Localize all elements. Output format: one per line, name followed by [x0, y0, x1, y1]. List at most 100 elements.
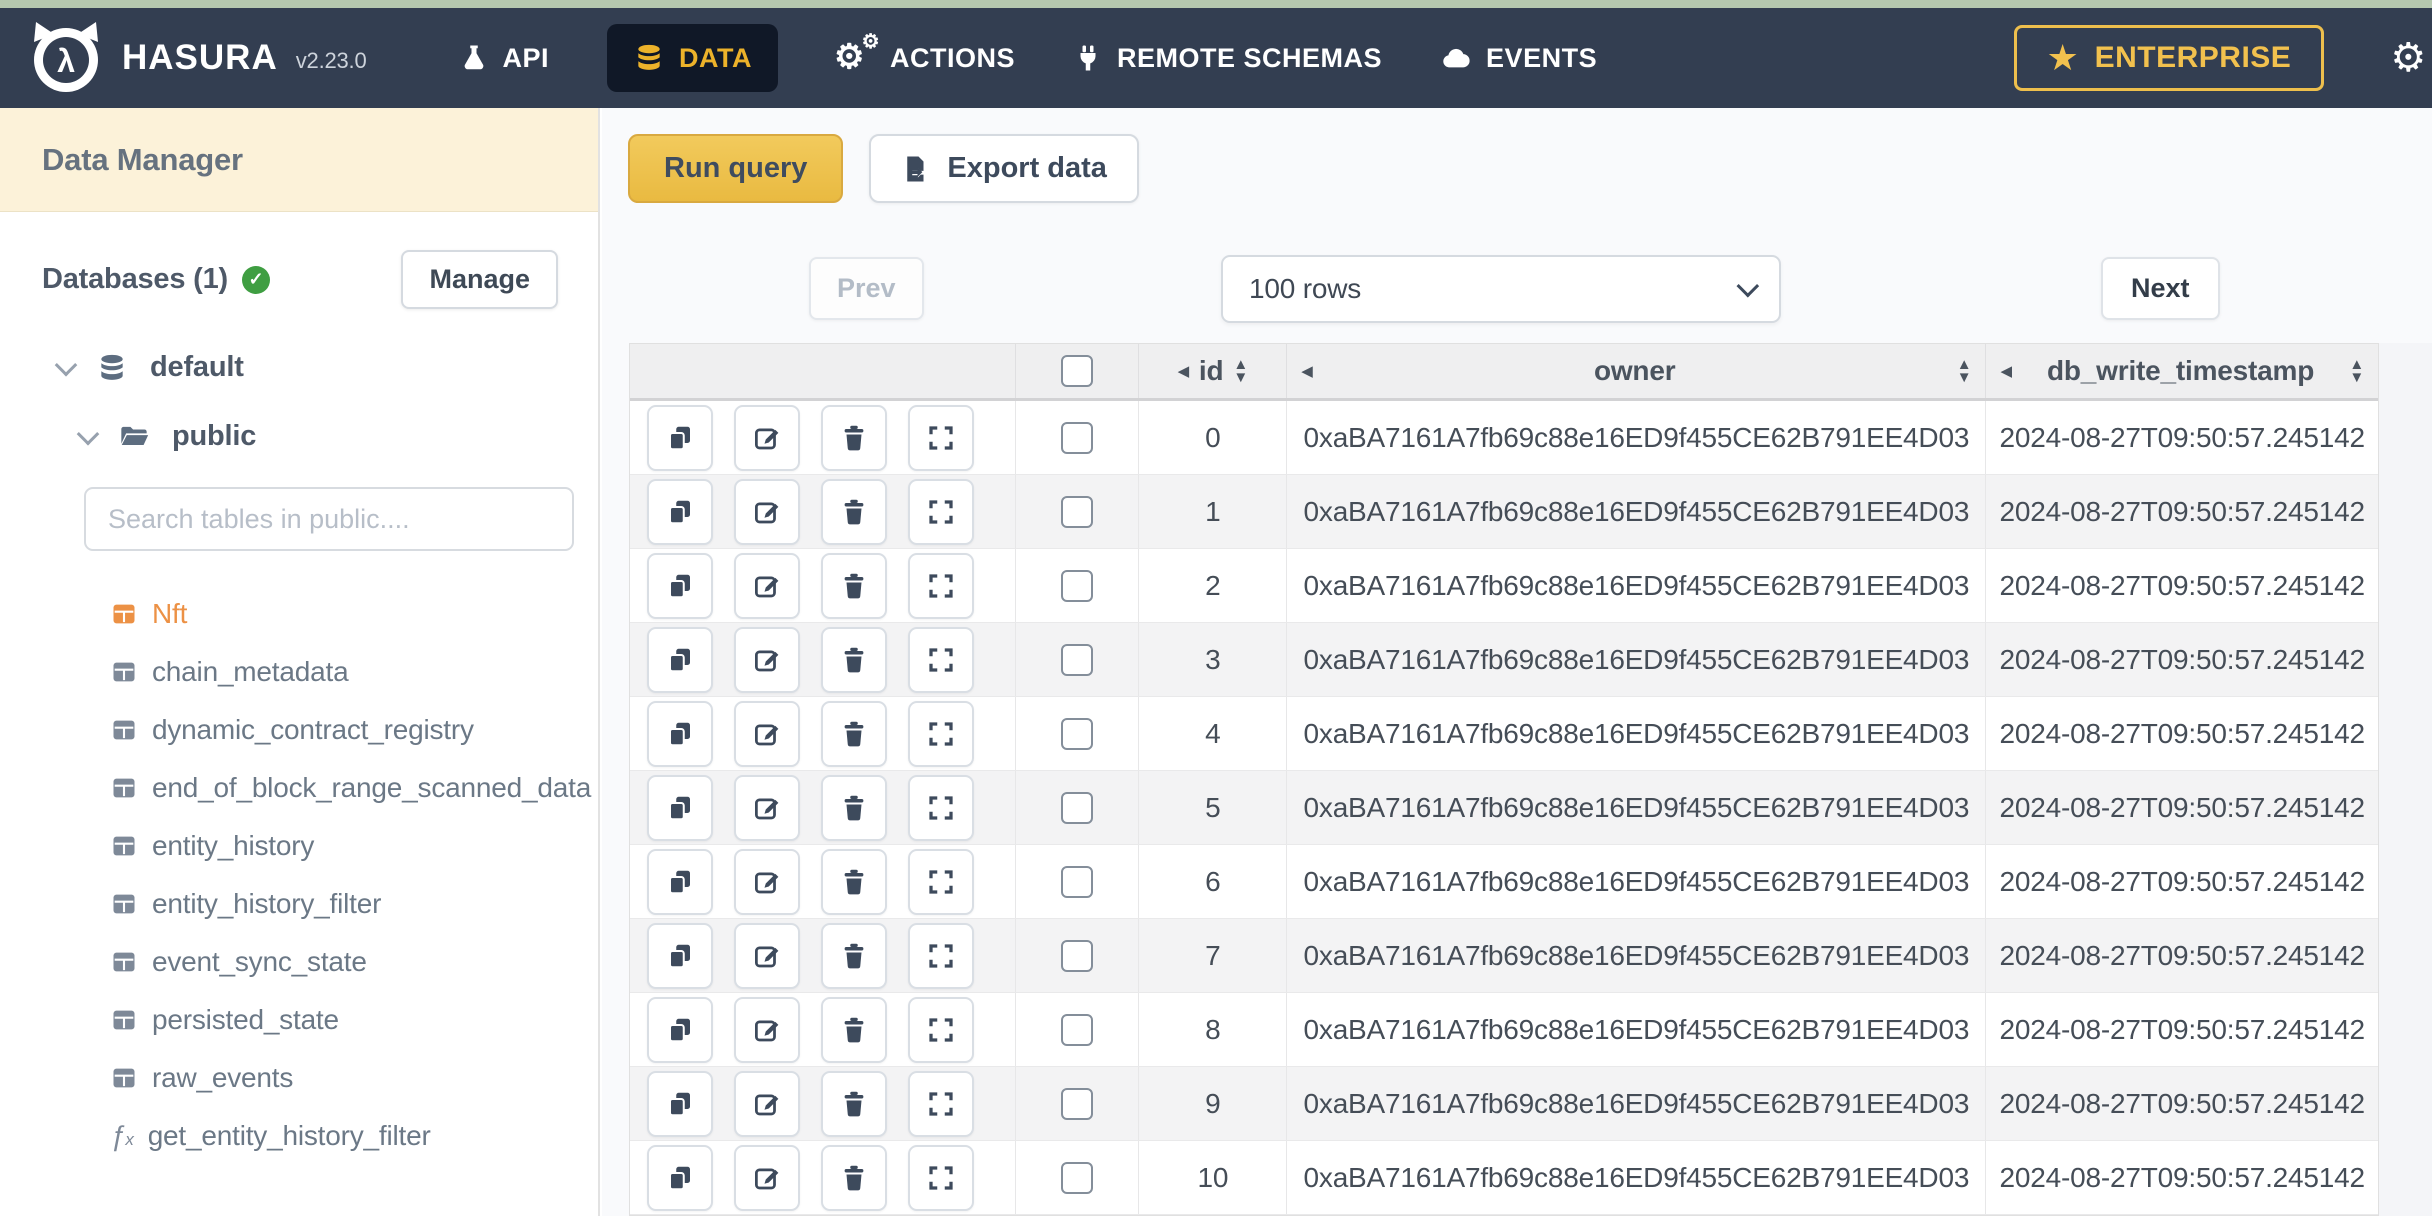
delete-row-button[interactable] [821, 478, 887, 545]
sidebar-table-item[interactable]: event_sync_state [0, 933, 598, 991]
nav-item-events[interactable]: EVENTS [1440, 42, 1597, 74]
expand-row-button[interactable] [908, 552, 974, 619]
tree-node-database[interactable]: default [0, 351, 598, 384]
top-accent-strip [0, 0, 2432, 8]
row-checkbox-cell [1016, 1141, 1140, 1214]
tree-node-schema[interactable]: public [0, 420, 598, 453]
edit-row-button[interactable] [734, 626, 800, 693]
copy-icon [669, 944, 690, 968]
clone-row-button[interactable] [647, 996, 713, 1063]
sidebar-table-item[interactable]: end_of_block_range_scanned_data [0, 759, 598, 817]
delete-row-button[interactable] [821, 552, 887, 619]
row-checkbox[interactable] [1061, 495, 1093, 528]
clone-row-button[interactable] [647, 478, 713, 545]
expand-row-button[interactable] [908, 1070, 974, 1137]
nav-item-remote-schemas[interactable]: REMOTE SCHEMAS [1073, 43, 1382, 74]
edit-row-button[interactable] [734, 922, 800, 989]
nav-item-api[interactable]: API [459, 43, 550, 74]
clone-row-button[interactable] [647, 1070, 713, 1137]
row-actions [630, 919, 1016, 992]
expand-row-button[interactable] [908, 996, 974, 1063]
settings-gear-icon[interactable]: ⚙ [2390, 38, 2426, 78]
row-checkbox[interactable] [1061, 791, 1093, 824]
delete-row-button[interactable] [821, 1070, 887, 1137]
column-header-checkbox [1016, 344, 1140, 398]
sidebar-function-item[interactable]: ƒx get_entity_history_filter [0, 1107, 598, 1165]
edit-icon [755, 502, 779, 523]
next-page-button[interactable]: Next [2101, 257, 2220, 320]
cell-id: 3 [1139, 623, 1288, 696]
delete-row-button[interactable] [821, 700, 887, 767]
select-all-checkbox[interactable] [1060, 355, 1093, 387]
nav-item-data[interactable]: DATA [607, 24, 779, 92]
hasura-logo[interactable]: λ [28, 20, 104, 96]
edit-row-button[interactable] [734, 848, 800, 915]
edit-row-button[interactable] [734, 700, 800, 767]
sidebar-table-item[interactable]: Nft [0, 585, 598, 643]
clone-row-button[interactable] [647, 774, 713, 841]
row-checkbox[interactable] [1061, 1161, 1093, 1194]
delete-row-button[interactable] [821, 626, 887, 693]
column-header-db-write-timestamp[interactable]: ◀ db_write_timestamp ▲ ▼ [1986, 344, 2378, 398]
enterprise-button[interactable]: ★ ENTERPRISE [2013, 25, 2325, 91]
edit-row-button[interactable] [734, 996, 800, 1063]
cell-db-write-timestamp: 2024-08-27T09:50:57.245142 [1999, 1087, 2366, 1119]
sidebar-table-item[interactable]: raw_events [0, 1049, 598, 1107]
expand-row-button[interactable] [908, 700, 974, 767]
sidebar-table-item[interactable]: dynamic_contract_registry [0, 701, 598, 759]
row-checkbox[interactable] [1061, 865, 1093, 898]
expand-row-button[interactable] [908, 848, 974, 915]
edit-row-button[interactable] [734, 1144, 800, 1211]
clone-row-button[interactable] [647, 1144, 713, 1211]
row-checkbox[interactable] [1061, 717, 1093, 750]
sort-icon: ▲ ▼ [1233, 356, 1249, 386]
clone-row-button[interactable] [647, 626, 713, 693]
edit-row-button[interactable] [734, 552, 800, 619]
expand-row-button[interactable] [908, 404, 974, 471]
row-checkbox[interactable] [1061, 421, 1093, 454]
sidebar-table-item[interactable]: chain_metadata [0, 643, 598, 701]
clone-row-button[interactable] [647, 552, 713, 619]
expand-row-button[interactable] [908, 626, 974, 693]
expand-icon [929, 1017, 953, 1042]
clone-row-button[interactable] [647, 404, 713, 471]
prev-page-button[interactable]: Prev [809, 257, 924, 320]
clone-row-button[interactable] [647, 848, 713, 915]
run-query-button[interactable]: Run query [628, 134, 844, 203]
sidebar-table-item[interactable]: entity_history [0, 817, 598, 875]
row-checkbox[interactable] [1061, 1013, 1093, 1046]
expand-row-button[interactable] [908, 478, 974, 545]
expand-row-button[interactable] [908, 774, 974, 841]
delete-row-button[interactable] [821, 404, 887, 471]
nav-item-actions[interactable]: ⚙ ⚙ ACTIONS [834, 32, 1016, 78]
delete-row-button[interactable] [821, 1144, 887, 1211]
expand-row-button[interactable] [908, 1144, 974, 1211]
row-checkbox[interactable] [1061, 1087, 1093, 1120]
column-header-owner[interactable]: ◀ owner ▲ ▼ [1287, 344, 1987, 398]
column-header-id[interactable]: ◀ id ▲ ▼ [1139, 344, 1288, 398]
nav-label: ACTIONS [890, 42, 1016, 73]
edit-row-button[interactable] [734, 1070, 800, 1137]
delete-row-button[interactable] [821, 922, 887, 989]
row-checkbox[interactable] [1061, 569, 1093, 602]
chevron-down-icon [1736, 274, 1760, 298]
sidebar-table-item[interactable]: entity_history_filter [0, 875, 598, 933]
row-checkbox[interactable] [1061, 643, 1093, 676]
row-checkbox[interactable] [1061, 939, 1093, 972]
search-input[interactable] [84, 487, 574, 551]
manage-button[interactable]: Manage [401, 250, 558, 309]
clone-row-button[interactable] [647, 700, 713, 767]
delete-row-button[interactable] [821, 996, 887, 1063]
delete-row-button[interactable] [821, 848, 887, 915]
page-size-select[interactable]: 100 rows [1221, 255, 1781, 323]
sidebar-table-item[interactable]: persisted_state [0, 991, 598, 1049]
edit-row-button[interactable] [734, 404, 800, 471]
export-data-button[interactable]: Export data [869, 134, 1139, 203]
table-row: 5 0xaBA7161A7fb69c88e16ED9f455CE62B791EE… [630, 771, 2378, 845]
edit-row-button[interactable] [734, 478, 800, 545]
edit-icon [755, 576, 779, 597]
expand-row-button[interactable] [908, 922, 974, 989]
delete-row-button[interactable] [821, 774, 887, 841]
clone-row-button[interactable] [647, 922, 713, 989]
edit-row-button[interactable] [734, 774, 800, 841]
